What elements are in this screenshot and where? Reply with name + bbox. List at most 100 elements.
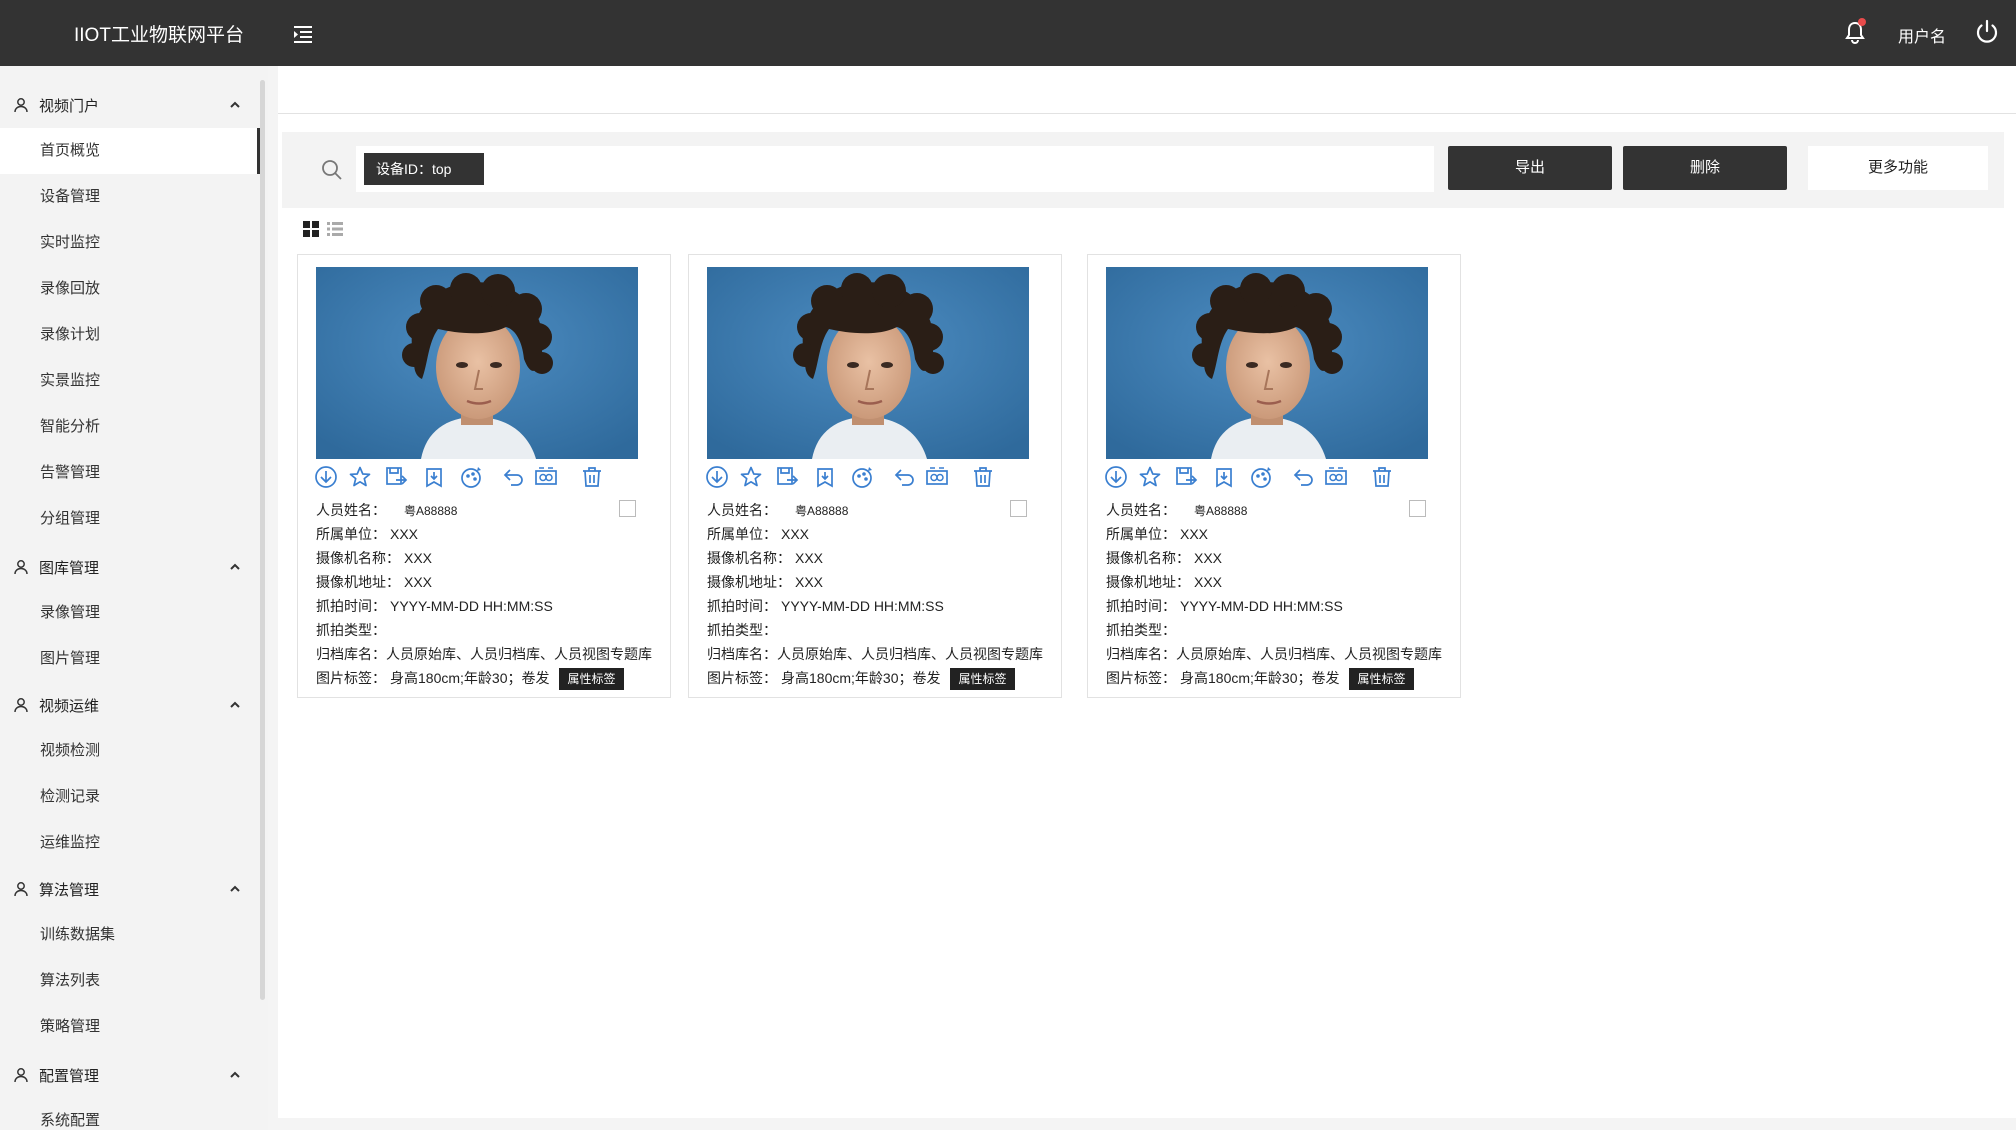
info-row-unit: 所属单位： XXX bbox=[1106, 523, 1462, 547]
sidebar-item-record-management[interactable]: 录像管理 bbox=[0, 590, 260, 636]
user-icon bbox=[14, 560, 28, 575]
menu-toggle-icon[interactable] bbox=[292, 24, 314, 44]
attribute-tag-button[interactable]: 属性标签 bbox=[950, 668, 1015, 691]
field-label: 人员姓名： bbox=[1106, 502, 1176, 518]
compare-icon[interactable] bbox=[1324, 465, 1348, 489]
sidebar-group-algorithm[interactable]: 算法管理 bbox=[0, 866, 250, 912]
color-palette-icon[interactable] bbox=[851, 465, 875, 489]
info-row-unit: 所属单位： XXX bbox=[316, 523, 672, 547]
bookmark-icon[interactable] bbox=[813, 465, 837, 489]
delete-button[interactable]: 删除 bbox=[1623, 146, 1787, 190]
power-icon[interactable] bbox=[1974, 19, 2000, 45]
download-icon[interactable] bbox=[705, 465, 729, 489]
capture-card: 人员姓名： 粤A88888 所属单位： XXX 摄像机名称： XXX 摄像机地址： XX… bbox=[297, 254, 671, 698]
sidebar-scrollbar[interactable] bbox=[260, 80, 265, 1000]
info-row-archive: 归档库名：人员原始库、人员归档库、人员视图专题库 bbox=[1106, 643, 1462, 667]
undo-icon[interactable] bbox=[893, 465, 917, 489]
camera-address-value: XXX bbox=[404, 574, 433, 590]
field-label: 摄像机地址： bbox=[1106, 574, 1190, 590]
info-row-camera-address: 摄像机地址： XXX bbox=[316, 571, 672, 595]
attribute-tag-button[interactable]: 属性标签 bbox=[559, 668, 624, 691]
sidebar-item-strategy-management[interactable]: 策略管理 bbox=[0, 1004, 260, 1050]
save-icon[interactable] bbox=[775, 465, 799, 489]
sidebar-group-label: 算法管理 bbox=[39, 881, 100, 899]
search-icon[interactable] bbox=[320, 158, 344, 182]
sidebar-group-video-portal[interactable]: 视频门户 bbox=[0, 82, 250, 128]
color-palette-icon[interactable] bbox=[1250, 465, 1274, 489]
field-label: 抓拍类型： bbox=[316, 622, 386, 638]
sidebar-item-home-overview[interactable]: 首页概览 bbox=[0, 128, 260, 174]
undo-icon[interactable] bbox=[502, 465, 526, 489]
info-row-capture-time: 抓拍时间： YYYY-MM-DD HH:MM:SS bbox=[707, 595, 1063, 619]
trash-icon[interactable] bbox=[1370, 465, 1394, 489]
user-icon bbox=[14, 882, 28, 897]
attribute-tag-button[interactable]: 属性标签 bbox=[1349, 668, 1414, 691]
username[interactable]: 用户名 bbox=[1898, 23, 1946, 47]
sidebar-item-device-management[interactable]: 设备管理 bbox=[0, 174, 260, 220]
sidebar-item-detection-records[interactable]: 检测记录 bbox=[0, 774, 260, 820]
sidebar-item-image-management[interactable]: 图片管理 bbox=[0, 636, 260, 682]
star-icon[interactable] bbox=[1138, 465, 1162, 489]
top-bar: IIOT工业物联网平台 用户名 bbox=[0, 0, 2016, 66]
search-filter-tag[interactable]: 设备ID：top bbox=[364, 153, 484, 185]
bookmark-icon[interactable] bbox=[1212, 465, 1236, 489]
camera-address-value: XXX bbox=[1194, 574, 1223, 590]
color-palette-icon[interactable] bbox=[460, 465, 484, 489]
capture-photo[interactable] bbox=[316, 267, 638, 459]
notification-bell-icon[interactable] bbox=[1844, 18, 1866, 45]
sidebar-item-playback[interactable]: 录像回放 bbox=[0, 266, 260, 312]
compare-icon[interactable] bbox=[534, 465, 558, 489]
search-input[interactable]: 设备ID：top bbox=[356, 146, 1434, 192]
sidebar-item-smart-analysis[interactable]: 智能分析 bbox=[0, 404, 260, 450]
sidebar-item-realtime-monitor[interactable]: 实时监控 bbox=[0, 220, 260, 266]
person-photo bbox=[316, 267, 638, 459]
bookmark-icon[interactable] bbox=[422, 465, 446, 489]
info-row-capture-time: 抓拍时间： YYYY-MM-DD HH:MM:SS bbox=[1106, 595, 1462, 619]
archive-value: 人员原始库、人员归档库、人员视图专题库 bbox=[1176, 646, 1442, 662]
info-row-camera-name: 摄像机名称： XXX bbox=[707, 547, 1063, 571]
save-icon[interactable] bbox=[384, 465, 408, 489]
export-button[interactable]: 导出 bbox=[1448, 146, 1612, 190]
sidebar-group-config[interactable]: 配置管理 bbox=[0, 1052, 250, 1098]
sidebar-item-group-management[interactable]: 分组管理 bbox=[0, 496, 260, 542]
sidebar-group-gallery[interactable]: 图库管理 bbox=[0, 544, 250, 590]
info-row-person-name: 人员姓名： 粤A88888 bbox=[1106, 499, 1462, 523]
sidebar-item-algorithm-list[interactable]: 算法列表 bbox=[0, 958, 260, 1004]
field-label: 抓拍时间： bbox=[1106, 598, 1176, 614]
sidebar-item-record-plan[interactable]: 录像计划 bbox=[0, 312, 260, 358]
sidebar-item-training-dataset[interactable]: 训练数据集 bbox=[0, 912, 260, 958]
field-label: 抓拍类型： bbox=[707, 622, 777, 638]
sidebar-item-video-detection[interactable]: 视频检测 bbox=[0, 728, 260, 774]
field-label: 摄像机名称： bbox=[316, 550, 400, 566]
download-icon[interactable] bbox=[1104, 465, 1128, 489]
capture-photo[interactable] bbox=[707, 267, 1029, 459]
sidebar-group-label: 图库管理 bbox=[39, 559, 100, 577]
card-info: 人员姓名： 粤A88888 所属单位： XXX 摄像机名称： XXX 摄像机地址： XX… bbox=[1106, 499, 1462, 691]
star-icon[interactable] bbox=[739, 465, 763, 489]
compare-icon[interactable] bbox=[925, 465, 949, 489]
archive-value: 人员原始库、人员归档库、人员视图专题库 bbox=[777, 646, 1043, 662]
undo-icon[interactable] bbox=[1292, 465, 1316, 489]
sidebar-item-live-scene[interactable]: 实景监控 bbox=[0, 358, 260, 404]
field-label: 抓拍时间： bbox=[707, 598, 777, 614]
field-label: 抓拍类型： bbox=[1106, 622, 1176, 638]
save-icon[interactable] bbox=[1174, 465, 1198, 489]
sidebar-item-system-config[interactable]: 系统配置 bbox=[0, 1098, 260, 1130]
camera-address-value: XXX bbox=[795, 574, 824, 590]
more-functions-button[interactable]: 更多功能 bbox=[1808, 146, 1988, 190]
person-name-value: 粤A88888 bbox=[1194, 504, 1248, 518]
capture-photo[interactable] bbox=[1106, 267, 1428, 459]
list-view-icon[interactable] bbox=[326, 220, 344, 238]
grid-view-icon[interactable] bbox=[302, 220, 320, 238]
download-icon[interactable] bbox=[314, 465, 338, 489]
sidebar-item-alarm-management[interactable]: 告警管理 bbox=[0, 450, 260, 496]
trash-icon[interactable] bbox=[971, 465, 995, 489]
sidebar-item-ops-monitor[interactable]: 运维监控 bbox=[0, 820, 260, 866]
star-icon[interactable] bbox=[348, 465, 372, 489]
trash-icon[interactable] bbox=[580, 465, 604, 489]
camera-name-value: XXX bbox=[404, 550, 433, 566]
sidebar-group-label: 配置管理 bbox=[39, 1067, 100, 1085]
tags-value: 身高180cm;年龄30；卷发 bbox=[1180, 670, 1340, 686]
sidebar-group-video-ops[interactable]: 视频运维 bbox=[0, 682, 250, 728]
field-label: 摄像机名称： bbox=[707, 550, 791, 566]
